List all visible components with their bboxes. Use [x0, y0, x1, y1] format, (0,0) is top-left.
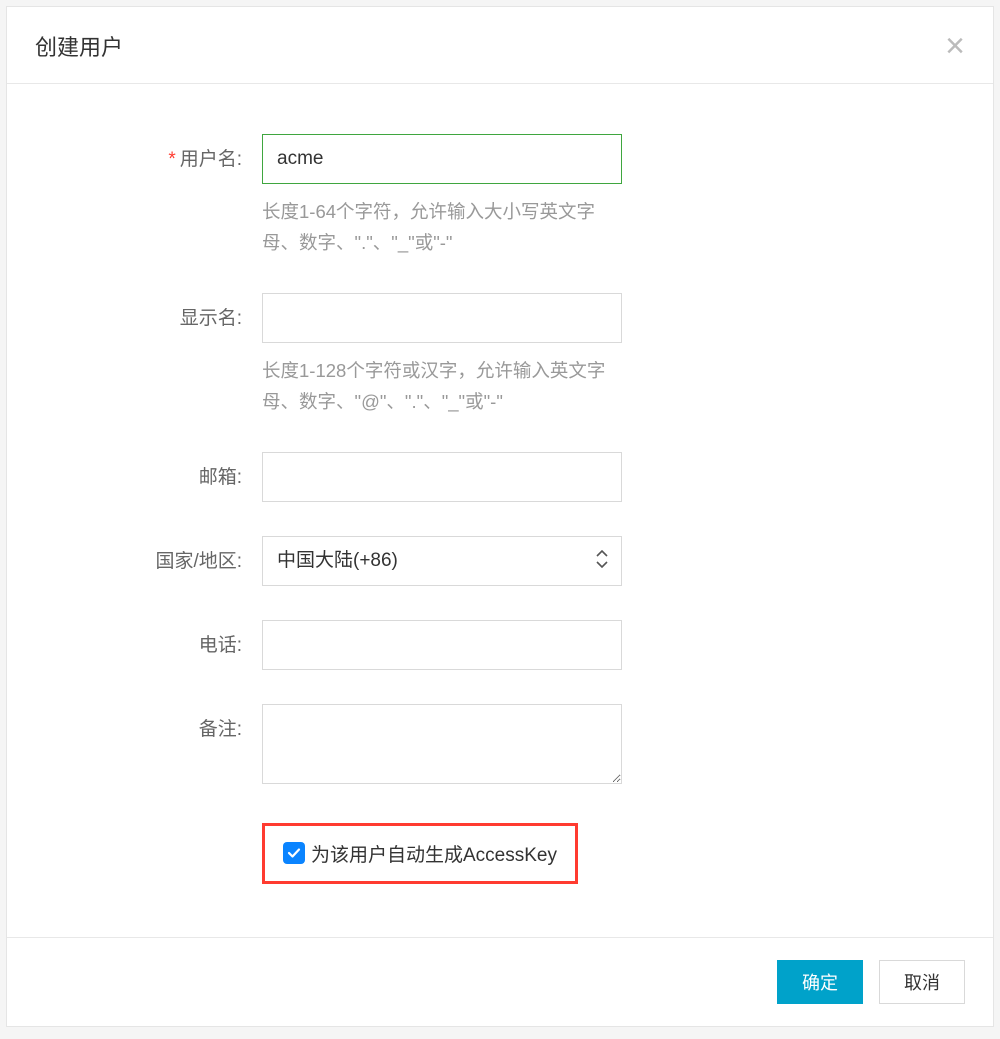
- email-label: 邮箱:: [47, 452, 262, 489]
- highlight-box: 为该用户自动生成AccessKey: [262, 823, 578, 884]
- remark-control: [262, 704, 622, 789]
- region-select[interactable]: 中国大陆(+86): [262, 536, 622, 586]
- username-help: 长度1-64个字符，允许输入大小写英文字母、数字、"."、"_"或"-": [262, 196, 622, 259]
- form-row-accesskey: 为该用户自动生成AccessKey: [262, 823, 953, 884]
- close-icon[interactable]: ×: [945, 29, 965, 63]
- region-label: 国家/地区:: [47, 536, 262, 573]
- remark-label: 备注:: [47, 704, 262, 741]
- username-input[interactable]: [262, 134, 622, 184]
- check-icon: [287, 846, 301, 860]
- displayname-control: 长度1-128个字符或汉字，允许输入英文字母、数字、"@"、"."、"_"或"-…: [262, 293, 622, 418]
- form-row-phone: 电话:: [47, 620, 953, 670]
- phone-control: [262, 620, 622, 670]
- modal-header: 创建用户 ×: [7, 7, 993, 84]
- displayname-input[interactable]: [262, 293, 622, 343]
- region-select-wrap: 中国大陆(+86): [262, 536, 622, 586]
- cancel-button[interactable]: 取消: [879, 960, 965, 1004]
- form-row-username: *用户名: 长度1-64个字符，允许输入大小写英文字母、数字、"."、"_"或"…: [47, 134, 953, 259]
- phone-input[interactable]: [262, 620, 622, 670]
- accesskey-label: 为该用户自动生成AccessKey: [311, 840, 557, 867]
- displayname-help: 长度1-128个字符或汉字，允许输入英文字母、数字、"@"、"."、"_"或"-…: [262, 355, 622, 418]
- accesskey-checkbox[interactable]: [283, 842, 305, 864]
- form-row-email: 邮箱:: [47, 452, 953, 502]
- displayname-label: 显示名:: [47, 293, 262, 330]
- email-control: [262, 452, 622, 502]
- create-user-modal: 创建用户 × *用户名: 长度1-64个字符，允许输入大小写英文字母、数字、".…: [6, 6, 994, 1027]
- username-label: *用户名:: [47, 134, 262, 171]
- email-input[interactable]: [262, 452, 622, 502]
- modal-body: *用户名: 长度1-64个字符，允许输入大小写英文字母、数字、"."、"_"或"…: [7, 84, 993, 937]
- remark-textarea[interactable]: [262, 704, 622, 784]
- ok-button[interactable]: 确定: [777, 960, 863, 1004]
- modal-footer: 确定 取消: [7, 937, 993, 1026]
- phone-label: 电话:: [47, 620, 262, 657]
- username-control: 长度1-64个字符，允许输入大小写英文字母、数字、"."、"_"或"-": [262, 134, 622, 259]
- form-row-displayname: 显示名: 长度1-128个字符或汉字，允许输入英文字母、数字、"@"、"."、"…: [47, 293, 953, 418]
- required-asterisk: *: [168, 149, 175, 170]
- modal-title: 创建用户: [35, 30, 123, 62]
- form-row-remark: 备注:: [47, 704, 953, 789]
- form-row-region: 国家/地区: 中国大陆(+86): [47, 536, 953, 586]
- region-control: 中国大陆(+86): [262, 536, 622, 586]
